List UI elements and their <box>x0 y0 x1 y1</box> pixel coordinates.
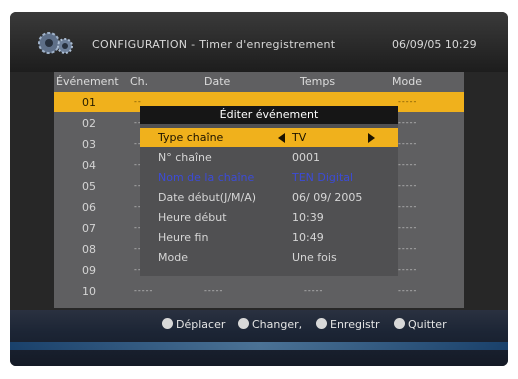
row-mode: ----- <box>398 265 418 274</box>
field-label: Heure fin <box>158 231 209 244</box>
row-mode: ----- <box>398 160 418 169</box>
row-channel: ----- <box>134 286 154 295</box>
row-mode: ----- <box>398 97 418 106</box>
hint-move: Déplacer <box>162 318 225 331</box>
hint-quit-label: Quitter <box>408 318 447 331</box>
row-number: 07 <box>82 222 96 235</box>
row-mode: ----- <box>398 244 418 253</box>
page-title: CONFIGURATION - Timer d'enregistrement <box>92 38 336 51</box>
updown-icon <box>162 318 173 329</box>
hint-save-label: Enregistr <box>330 318 380 331</box>
field-channel-type[interactable]: Type chaîne TV <box>140 128 398 147</box>
row-mode: ----- <box>398 118 418 127</box>
row-number: 05 <box>82 180 96 193</box>
column-header-mode: Mode <box>392 75 422 88</box>
row-mode: ----- <box>398 139 418 148</box>
field-end-time[interactable]: Heure fin 10:49 <box>140 228 398 247</box>
field-label: N° chaîne <box>158 151 212 164</box>
hint-change-label: Changer, <box>252 318 303 331</box>
hint-move-label: Déplacer <box>176 318 226 331</box>
table-row[interactable]: 10 ----- ----- ----- ----- <box>54 281 464 301</box>
field-label: Nom de la chaîne <box>158 171 255 184</box>
ok-icon <box>316 318 327 329</box>
row-number: 01 <box>82 96 96 109</box>
field-label: Mode <box>158 251 188 264</box>
arrow-right-icon[interactable] <box>368 133 375 143</box>
field-start-time[interactable]: Heure début 10:39 <box>140 208 398 227</box>
row-mode: ----- <box>398 181 418 190</box>
clock-datetime: 06/09/05 10:29 <box>392 38 477 51</box>
column-header-time: Temps <box>300 75 336 88</box>
field-value: 0001 <box>292 151 320 164</box>
row-number: 10 <box>82 285 96 298</box>
column-header-date: Date <box>204 75 231 88</box>
field-value: 06/ 09/ 2005 <box>292 191 363 204</box>
row-number: 03 <box>82 138 96 151</box>
field-label: Date début(J/M/A) <box>158 191 257 204</box>
title-bar: CONFIGURATION - Timer d'enregistrement 0… <box>10 12 508 72</box>
hint-change: Changer, <box>238 318 302 331</box>
edit-event-dialog: Éditer événement Type chaîne TV N° chaîn… <box>140 106 398 276</box>
field-value: TV <box>292 131 307 144</box>
field-channel-number[interactable]: N° chaîne 0001 <box>140 148 398 167</box>
footer-glow <box>10 342 508 350</box>
hint-save: Enregistr <box>316 318 380 331</box>
field-value: 10:39 <box>292 211 324 224</box>
row-mode: ----- <box>398 286 418 295</box>
dialog-title: Éditer événement <box>140 106 398 124</box>
row-mode: ----- <box>398 202 418 211</box>
field-label: Type chaîne <box>158 131 224 144</box>
gear-logo-icon <box>36 30 76 56</box>
field-start-date[interactable]: Date début(J/M/A) 06/ 09/ 2005 <box>140 188 398 207</box>
column-header-channel: Ch. <box>130 75 149 88</box>
row-number: 02 <box>82 117 96 130</box>
screen-frame: CONFIGURATION - Timer d'enregistrement 0… <box>10 12 508 366</box>
hint-quit: Quitter <box>394 318 447 331</box>
row-time: ----- <box>304 286 324 295</box>
field-value: TEN Digital <box>292 171 354 184</box>
row-number: 06 <box>82 201 96 214</box>
row-mode: ----- <box>398 223 418 232</box>
field-mode[interactable]: Mode Une fois <box>140 248 398 267</box>
field-value: 10:49 <box>292 231 324 244</box>
help-bar: Déplacer Changer, Enregistr Quitter <box>10 310 508 366</box>
field-label: Heure début <box>158 211 227 224</box>
leftright-icon <box>238 318 249 329</box>
arrow-left-icon[interactable] <box>278 133 285 143</box>
row-number: 09 <box>82 264 96 277</box>
row-date: ----- <box>204 286 224 295</box>
column-header-event: Événement <box>56 75 119 88</box>
row-channel: -- <box>134 97 142 106</box>
field-value: Une fois <box>292 251 337 264</box>
exit-icon <box>394 318 405 329</box>
row-number: 08 <box>82 243 96 256</box>
field-channel-name[interactable]: Nom de la chaîne TEN Digital <box>140 168 398 187</box>
row-number: 04 <box>82 159 96 172</box>
